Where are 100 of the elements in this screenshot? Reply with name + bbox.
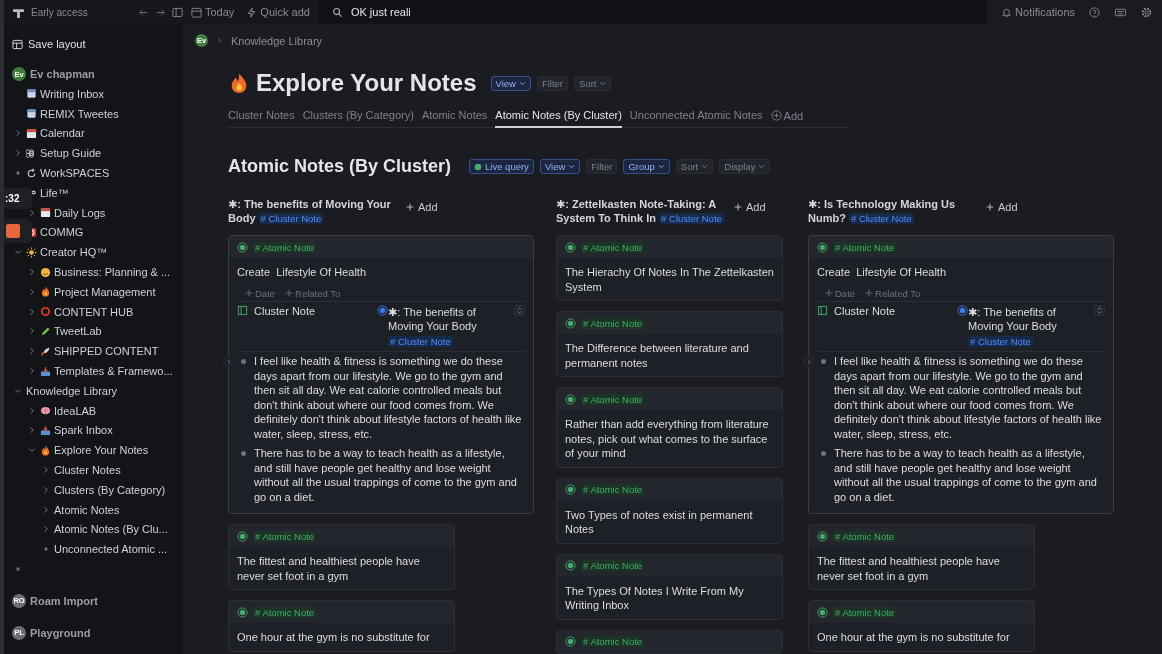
view-tab[interactable]: Clusters (By Category) bbox=[302, 109, 414, 128]
sidebar-item[interactable]: Writing Inbox bbox=[40, 87, 104, 100]
sidebar-item[interactable]: Life™ bbox=[40, 186, 69, 199]
sidebar-item[interactable]: Calendar bbox=[40, 127, 85, 140]
note-title: The Hierachy Of Notes In The Zettelkasten System bbox=[564, 265, 775, 295]
tag: # Atomic Note bbox=[581, 317, 645, 329]
plus-icon bbox=[406, 203, 414, 211]
sidebar-item[interactable]: Atomic Notes (By Clu... bbox=[54, 523, 168, 536]
note-title: Rather than add everything from literature notes, pick out what comes to the surface of your mind bbox=[564, 417, 770, 461]
chevron-right-icon[interactable] bbox=[27, 268, 36, 277]
chevron-right-icon[interactable] bbox=[27, 307, 36, 316]
workspace-name[interactable]: Ev chapman bbox=[30, 68, 95, 80]
tray-icon bbox=[40, 365, 51, 377]
view-tab[interactable]: Unconnected Atomic Notes bbox=[629, 109, 763, 128]
expand-handle[interactable] bbox=[223, 356, 234, 367]
sidebar-item[interactable]: Atomic Notes bbox=[54, 503, 120, 516]
sidebar-item[interactable]: Setup Guide bbox=[40, 147, 102, 160]
chevron-right-icon[interactable] bbox=[27, 406, 36, 415]
tag: # Atomic Note bbox=[833, 530, 897, 542]
toolbar-button[interactable]: Filter bbox=[586, 159, 618, 174]
expand-handle[interactable] bbox=[803, 356, 814, 367]
add-button[interactable]: Add bbox=[406, 201, 438, 213]
column-title: ✱: Zettelkasten Note-Taking: A System To Think In # Cluster Note bbox=[556, 197, 725, 226]
view-tab[interactable]: Cluster Notes bbox=[228, 109, 295, 128]
layout-icon bbox=[12, 38, 23, 50]
plus-icon bbox=[986, 203, 994, 211]
plus-icon bbox=[865, 289, 874, 297]
sidebar-item[interactable]: SHIPPED CONTENT bbox=[54, 345, 159, 358]
sidebar-item[interactable]: Spark Inbox bbox=[54, 424, 113, 437]
breadcrumb-link[interactable]: Knowledge Library bbox=[231, 34, 323, 47]
chevron-right-icon[interactable] bbox=[27, 327, 36, 336]
chevron-right-icon[interactable] bbox=[27, 367, 36, 376]
chevron-down-icon[interactable] bbox=[13, 248, 22, 257]
quick-add-button[interactable]: Quick add bbox=[246, 6, 310, 18]
chevron-down-icon[interactable] bbox=[27, 446, 36, 455]
live-query-button[interactable]: Live query bbox=[469, 159, 534, 174]
sidebar-item[interactable]: Cluster Notes bbox=[54, 464, 121, 477]
chevron-right-icon[interactable] bbox=[27, 426, 36, 435]
plus-icon bbox=[825, 289, 833, 297]
toolbar-button[interactable]: Group bbox=[623, 159, 670, 174]
node-icon bbox=[237, 241, 248, 253]
add-button[interactable]: Add bbox=[734, 201, 766, 213]
sidebar-item[interactable]: Explore Your Notes bbox=[54, 444, 149, 457]
tag: # Atomic Note bbox=[253, 530, 317, 542]
bullet-text: I feel like health & fitness is something we do these days apart from our lifestyle. We go to the gym and then sit all day. We eat calorie controlled meals but don't think about where our food comes from. We definitely don't think about lifestyle factors of health like water, sleep, stress, etc. bbox=[834, 354, 1103, 441]
view-tab[interactable]: Atomic Notes (By Cluster) bbox=[495, 109, 622, 128]
sidebar-item[interactable]: Templates & Framewo... bbox=[54, 365, 173, 378]
save-layout-button[interactable]: Save layout bbox=[4, 34, 94, 54]
workspace-name[interactable]: Roam Import bbox=[30, 594, 98, 607]
chevron-right-icon[interactable] bbox=[27, 347, 36, 356]
sidebar-item[interactable]: IdeaLAB bbox=[54, 404, 97, 417]
refresh-icon bbox=[26, 167, 37, 179]
sidebar-item[interactable]: Clusters (By Category) bbox=[54, 483, 166, 496]
sidebar-item[interactable]: CONTENT HUB bbox=[54, 305, 134, 318]
tag: # Atomic Note bbox=[581, 560, 645, 571]
note-title: The Types Of Notes I Write From My Writing Inbox bbox=[564, 583, 745, 613]
toolbar-button[interactable]: View bbox=[539, 159, 581, 174]
sidebar-item[interactable]: COMMG bbox=[40, 226, 84, 239]
sidebar-toggle-icon bbox=[172, 6, 183, 18]
workspace-name[interactable]: Playground bbox=[30, 626, 91, 639]
add-button[interactable]: Add bbox=[986, 201, 1018, 213]
sidebar-item[interactable]: REMIX Tweetes bbox=[40, 107, 119, 120]
toolbar-button[interactable]: Filter bbox=[536, 75, 569, 91]
tag: # Atomic Note bbox=[253, 241, 317, 253]
sidebar-item[interactable]: Business: Planning & ... bbox=[54, 266, 171, 279]
tag: # Atomic Note bbox=[581, 393, 645, 405]
plus-icon bbox=[245, 289, 253, 297]
toolbar-button[interactable]: Display bbox=[719, 159, 771, 174]
chevron-right-icon[interactable] bbox=[41, 485, 50, 494]
sidebar-item[interactable]: WorkSPACES bbox=[40, 167, 110, 180]
sidebar-item[interactable]: TweetLab bbox=[54, 325, 102, 338]
note-title: The Difference between literature and permanent notes bbox=[564, 341, 750, 371]
stop-recording-button[interactable] bbox=[4, 219, 32, 243]
chevron-right-icon[interactable] bbox=[41, 466, 50, 475]
field-label: Cluster Note bbox=[254, 304, 316, 317]
add-tab-button[interactable]: Add bbox=[770, 109, 804, 127]
tag: # Atomic Note bbox=[253, 606, 317, 618]
view-tab[interactable]: Atomic Notes bbox=[421, 109, 488, 128]
chevron-right-icon[interactable] bbox=[41, 505, 50, 514]
toolbar-button[interactable]: View bbox=[490, 75, 531, 91]
note-title: One hour at the gym is no substitute for bbox=[816, 630, 1011, 645]
sidebar-item[interactable]: Project Management bbox=[54, 285, 156, 298]
recording-timer: :32 bbox=[4, 188, 32, 209]
toolbar-button[interactable]: Sort bbox=[574, 75, 612, 91]
note-title: Create Lifestyle Of Health bbox=[816, 265, 947, 280]
chevron-right-icon[interactable] bbox=[13, 129, 22, 138]
lightning-icon bbox=[246, 6, 258, 18]
tag: # Atomic Note bbox=[833, 606, 897, 618]
chevron-down-icon[interactable] bbox=[13, 386, 22, 395]
today-button[interactable]: Today bbox=[191, 6, 235, 18]
toolbar-button[interactable]: Sort bbox=[675, 159, 714, 174]
chevron-right-icon[interactable] bbox=[41, 525, 50, 534]
sidebar-item[interactable]: Knowledge Library bbox=[26, 384, 118, 397]
sidebar-item[interactable]: Daily Logs bbox=[54, 206, 106, 219]
chevron-right-icon[interactable] bbox=[27, 208, 36, 217]
sidebar-item[interactable]: Creator HQ™ bbox=[40, 246, 108, 259]
chevron-right-icon[interactable] bbox=[27, 287, 36, 296]
chevron-right-icon[interactable] bbox=[13, 149, 22, 158]
search-field[interactable]: OK just reali bbox=[348, 5, 549, 19]
sidebar-item[interactable]: Unconnected Atomic ... bbox=[54, 543, 168, 556]
